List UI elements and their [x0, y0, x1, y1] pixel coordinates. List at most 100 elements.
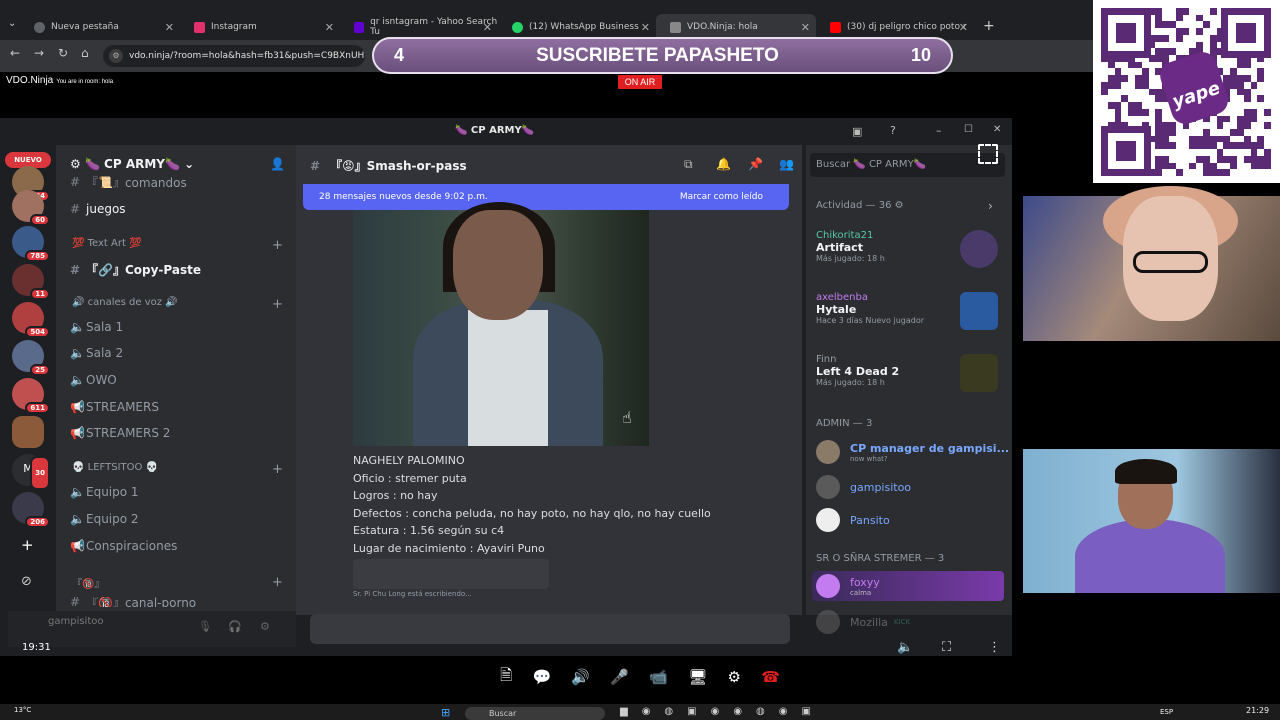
close-icon[interactable]: ✕	[165, 21, 174, 34]
minimize-icon[interactable]: –	[936, 124, 942, 137]
voice-channel[interactable]: 🔈 Equipo 1	[70, 485, 139, 499]
mic-icon[interactable]: 🎤	[610, 668, 629, 686]
add-member-icon[interactable]: 👤	[270, 157, 285, 171]
member-item[interactable]: Mozilla KICK	[816, 610, 910, 634]
add-channel-icon[interactable]: +	[272, 575, 283, 590]
voice-channel[interactable]: 🔈 Equipo 2	[70, 512, 139, 526]
voice-channel[interactable]: 📢 STREAMERS 2	[70, 426, 170, 440]
close-window-icon[interactable]: ✕	[993, 124, 1001, 135]
back-icon[interactable]: ←	[10, 46, 20, 60]
activity-card[interactable]: axelbenba Hytale Hace 3 días Nuevo jugad…	[816, 292, 1004, 330]
channel-nsfw[interactable]: # 『🔞』canal-porno	[70, 597, 196, 607]
tab-new[interactable]: Nueva pestaña ✕	[20, 14, 180, 40]
member-item[interactable]: Pansito	[816, 508, 890, 532]
message-input[interactable]	[310, 614, 790, 644]
screen-share-icon[interactable]: 🖥	[688, 668, 707, 686]
new-messages-bar[interactable]: 28 mensajes nuevos desde 9:02 p.m. Marca…	[303, 184, 789, 210]
taskbar-search[interactable]: Buscar	[465, 707, 605, 720]
server-icon[interactable]: 206	[12, 492, 50, 528]
server-icon[interactable]: 785	[12, 226, 50, 262]
windows-start-icon[interactable]: ⊞	[441, 706, 450, 719]
members-icon[interactable]: 👥	[779, 157, 794, 171]
add-channel-icon[interactable]: +	[272, 462, 283, 477]
home-icon[interactable]: ⌂	[81, 46, 89, 60]
inbox-icon[interactable]: ▣	[852, 125, 862, 138]
forward-icon[interactable]: →	[34, 46, 44, 60]
settings-icon[interactable]: ⚙	[727, 668, 740, 686]
voice-channel[interactable]: 🔈 Sala 1	[70, 320, 123, 334]
volume-icon[interactable]: 🔈	[897, 640, 913, 655]
speaker-icon[interactable]: 🔊	[571, 668, 590, 686]
tab-search-icon[interactable]: ⌄	[8, 18, 16, 29]
url-input[interactable]: ⚙ vdo.ninja/?room=hola&hash=fb31&push=C9B…	[103, 45, 365, 67]
chat-image-preview[interactable]	[353, 559, 549, 589]
settings-icon[interactable]: ⚙	[260, 620, 270, 633]
message-line: Estatura : 1.56 según su c4	[353, 524, 505, 537]
discover-icon[interactable]: ⊘	[21, 574, 32, 589]
file-share-icon[interactable]: 🗎	[500, 665, 512, 690]
close-icon[interactable]: ✕	[325, 21, 334, 34]
user-panel-name[interactable]: gampisitoo	[48, 616, 104, 627]
reload-icon[interactable]: ↻	[58, 46, 68, 60]
new-tab-button[interactable]: +	[983, 18, 995, 34]
weather-widget[interactable]: 13°C	[14, 706, 31, 714]
fullscreen-icon[interactable]	[978, 144, 998, 164]
language-indicator[interactable]: ESP	[1160, 708, 1173, 716]
guild-name[interactable]: ⚙ 🍆 CP ARMY🍆 ⌄	[70, 157, 194, 171]
server-icon[interactable]: 611	[12, 378, 50, 414]
add-channel-icon[interactable]: +	[272, 297, 283, 312]
voice-channel[interactable]: 📢 Conspiraciones	[70, 539, 177, 553]
close-icon[interactable]: ✕	[801, 21, 810, 34]
mic-icon[interactable]: 🎙	[198, 620, 212, 633]
category-text-art[interactable]: 💯 Text Art 💯 +	[72, 238, 283, 253]
category-voice[interactable]: 🔊 canales de voz 🔊 +	[72, 297, 283, 312]
close-icon[interactable]: ✕	[483, 21, 492, 34]
channel-comandos[interactable]: # 『📜』comandos	[70, 176, 187, 188]
search-input[interactable]: Buscar 🍆 CP ARMY🍆	[810, 153, 1005, 177]
chevron-right-icon[interactable]: ›	[988, 199, 993, 213]
member-item[interactable]: foxyy calma	[816, 574, 880, 598]
threads-icon[interactable]: ⧉	[684, 157, 693, 172]
member-name: gampisitoo	[850, 480, 912, 494]
category-nsfw[interactable]: 『🔞』 +	[72, 575, 283, 590]
member-item[interactable]: CP manager de gampisi... now what?	[816, 440, 1009, 464]
camera-icon[interactable]: 📹	[649, 668, 668, 686]
chat-icon[interactable]: 💬	[532, 668, 551, 686]
activity-card[interactable]: Chikorita21 Artifact Más jugado: 18 h	[816, 230, 1004, 268]
site-info-icon[interactable]: ⚙	[109, 49, 123, 63]
avatar	[816, 574, 840, 598]
add-channel-icon[interactable]: +	[272, 238, 283, 253]
speaker-icon: 🔈	[70, 512, 85, 526]
server-icon[interactable]: 60	[12, 190, 50, 226]
add-server-icon[interactable]: +	[21, 536, 34, 554]
channel-copy-paste[interactable]: # 『🔗』Copy-Paste	[70, 261, 201, 278]
expand-icon[interactable]: ⛶	[942, 640, 951, 655]
server-icon[interactable]: 25	[12, 340, 50, 376]
channel-juegos[interactable]: # juegos	[70, 202, 126, 216]
mark-read-button[interactable]: Marcar como leído	[680, 192, 763, 202]
tab-instagram[interactable]: Instagram ✕	[180, 14, 340, 40]
headphones-icon[interactable]: 🎧	[228, 620, 242, 633]
voice-channel[interactable]: 🔈 OWO	[70, 373, 117, 387]
member-item[interactable]: gampisitoo	[816, 475, 911, 499]
close-icon[interactable]: ✕	[959, 21, 968, 34]
chat-image[interactable]	[353, 202, 649, 446]
bell-icon[interactable]: 🔔	[716, 157, 731, 171]
activity-card[interactable]: Finn Left 4 Dead 2 Más jugado: 18 h	[816, 354, 1004, 392]
category-leftsitoo[interactable]: 💀 LEFTSITOO 💀 +	[72, 462, 283, 477]
pin-icon[interactable]: 📌	[748, 157, 763, 171]
voice-channel[interactable]: 🔈 Sala 2	[70, 346, 123, 360]
taskbar-apps[interactable]: ▆◉◍▣◉◉◍◉▣	[620, 706, 825, 717]
hangup-icon[interactable]: ☎	[761, 668, 780, 686]
close-icon[interactable]: ✕	[641, 21, 650, 34]
help-icon[interactable]: ?	[890, 124, 896, 137]
more-icon[interactable]: ⋮	[988, 640, 1001, 655]
yahoo-icon	[354, 21, 365, 33]
server-icon[interactable]: 504	[12, 302, 50, 338]
voice-channel[interactable]: 📢 STREAMERS	[70, 400, 159, 414]
maximize-icon[interactable]: ☐	[964, 124, 973, 135]
server-icon[interactable]: M 30	[12, 454, 50, 490]
gear-icon[interactable]: ⚙	[891, 200, 904, 211]
server-icon-active[interactable]	[12, 416, 44, 448]
server-icon[interactable]: 11	[12, 264, 50, 300]
